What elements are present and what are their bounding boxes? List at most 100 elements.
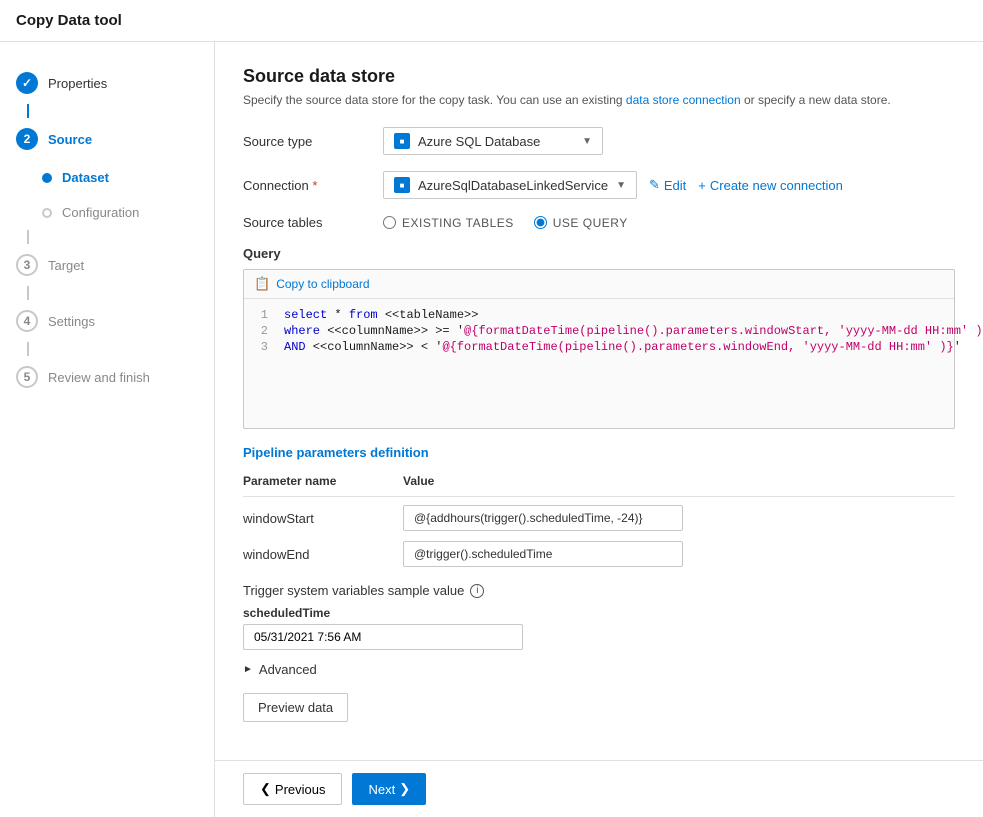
connector-4 [27, 342, 29, 356]
sidebar-item-properties[interactable]: ✓ Properties [0, 62, 214, 104]
step-circle-review: 5 [16, 366, 38, 388]
code-line-1: 1 select * from <<tableName>> [244, 307, 954, 323]
col-name-header: Parameter name [243, 474, 403, 488]
param-name-windowEnd: windowEnd [243, 547, 403, 562]
step-label-configuration: Configuration [62, 205, 139, 220]
sidebar-item-dataset[interactable]: Dataset [0, 160, 214, 195]
query-box: 📋 Copy to clipboard 1 select * from <<ta… [243, 269, 955, 429]
param-row-windowStart: windowStart [243, 505, 955, 531]
info-icon[interactable]: i [470, 584, 484, 598]
connection-value: AzureSqlDatabaseLinkedService [418, 178, 608, 193]
connection-chevron: ▼ [616, 180, 626, 191]
step-dot-configuration [42, 208, 52, 218]
connector-3 [27, 286, 29, 300]
title-bar: Copy Data tool [0, 0, 983, 42]
page-title: Source data store [243, 66, 955, 87]
connector-1 [27, 104, 29, 118]
main-layout: ✓ Properties 2 Source Dataset Configurat… [0, 42, 983, 817]
col-value-header: Value [403, 474, 955, 488]
preview-data-btn[interactable]: Preview data [243, 693, 348, 722]
connector-2 [27, 230, 29, 244]
step-circle-properties: ✓ [16, 72, 38, 94]
trigger-label: Trigger system variables sample value i [243, 583, 955, 598]
connection-controls: ■ AzureSqlDatabaseLinkedService ▼ ✎ Edit… [383, 171, 843, 199]
edit-link[interactable]: ✎ Edit [649, 177, 686, 193]
source-type-dropdown[interactable]: ■ Azure SQL Database ▼ [383, 127, 603, 155]
step-label-target: Target [48, 258, 84, 273]
sidebar: ✓ Properties 2 Source Dataset Configurat… [0, 42, 215, 817]
step-label-source: Source [48, 132, 92, 147]
sidebar-item-review[interactable]: 5 Review and finish [0, 356, 214, 398]
param-value-windowStart[interactable] [403, 505, 683, 531]
connection-label: Connection * [243, 178, 383, 193]
app-title: Copy Data tool [16, 12, 122, 29]
advanced-row[interactable]: ► Advanced [243, 662, 955, 677]
radio-use-query-label: USE QUERY [553, 216, 628, 230]
scheduled-time-label: scheduledTime [243, 606, 955, 620]
azure-sql-icon: ■ [394, 133, 410, 149]
content-area: Source data store Specify the source dat… [215, 42, 983, 760]
query-toolbar: 📋 Copy to clipboard [244, 270, 954, 299]
edit-icon: ✎ [649, 177, 660, 193]
prev-chevron-icon: ❮ [260, 781, 271, 797]
code-line-2: 2 where <<columnName>> >= '@{formatDateT… [244, 323, 954, 339]
main-content: Source data store Specify the source dat… [215, 42, 983, 817]
previous-label: Previous [275, 782, 326, 797]
connection-row: Connection * ■ AzureSqlDatabaseLinkedSer… [243, 171, 955, 199]
create-connection-label: Create new connection [710, 178, 843, 193]
source-tables-row: Source tables EXISTING TABLES USE QUERY [243, 215, 955, 230]
scheduled-time-input[interactable] [243, 624, 523, 650]
radio-use-query-input[interactable] [534, 216, 547, 229]
step-circle-settings: 4 [16, 310, 38, 332]
edit-label: Edit [664, 178, 686, 193]
sidebar-item-settings[interactable]: 4 Settings [0, 300, 214, 342]
data-store-link[interactable]: data store connection [626, 93, 741, 107]
code-line-3: 3 AND <<columnName>> < '@{formatDateTime… [244, 339, 954, 355]
source-tables-radio-group: EXISTING TABLES USE QUERY [383, 216, 628, 230]
step-label-review: Review and finish [48, 370, 150, 385]
query-section: Query 📋 Copy to clipboard 1 select * fro… [243, 246, 955, 429]
param-value-windowEnd[interactable] [403, 541, 683, 567]
params-table: Parameter name Value windowStart windowE… [243, 470, 955, 567]
params-header: Parameter name Value [243, 470, 955, 497]
advanced-chevron: ► [243, 664, 253, 675]
source-type-chevron: ▼ [582, 136, 592, 147]
step-circle-source: 2 [16, 128, 38, 150]
previous-button[interactable]: ❮ Previous [243, 773, 342, 805]
trigger-section: Trigger system variables sample value i … [243, 583, 955, 650]
pipeline-params-title: Pipeline parameters definition [243, 445, 955, 460]
copy-to-clipboard-btn[interactable]: Copy to clipboard [276, 277, 369, 291]
sidebar-item-target[interactable]: 3 Target [0, 244, 214, 286]
next-chevron-icon: ❯ [399, 781, 410, 797]
param-row-windowEnd: windowEnd [243, 541, 955, 567]
radio-use-query[interactable]: USE QUERY [534, 216, 628, 230]
param-name-windowStart: windowStart [243, 511, 403, 526]
page-subtitle: Specify the source data store for the co… [243, 93, 955, 107]
source-type-row: Source type ■ Azure SQL Database ▼ [243, 127, 955, 155]
radio-existing-tables[interactable]: EXISTING TABLES [383, 216, 514, 230]
plus-icon: + [698, 178, 706, 193]
code-editor[interactable]: 1 select * from <<tableName>> 2 where <<… [244, 299, 954, 363]
sidebar-item-configuration[interactable]: Configuration [0, 195, 214, 230]
source-type-value: Azure SQL Database [418, 134, 574, 149]
required-star: * [312, 178, 317, 193]
connection-icon: ■ [394, 177, 410, 193]
query-label: Query [243, 246, 955, 261]
radio-existing-input[interactable] [383, 216, 396, 229]
radio-existing-label: EXISTING TABLES [402, 216, 514, 230]
step-dot-dataset [42, 173, 52, 183]
create-connection-link[interactable]: + Create new connection [698, 178, 843, 193]
connection-dropdown[interactable]: ■ AzureSqlDatabaseLinkedService ▼ [383, 171, 637, 199]
step-label-settings: Settings [48, 314, 95, 329]
step-label-dataset: Dataset [62, 170, 109, 185]
next-button[interactable]: Next ❯ [352, 773, 426, 805]
clipboard-icon: 📋 [254, 276, 270, 292]
source-tables-label: Source tables [243, 215, 383, 230]
sidebar-item-source[interactable]: 2 Source [0, 118, 214, 160]
source-type-label: Source type [243, 134, 383, 149]
next-label: Next [368, 782, 395, 797]
advanced-label: Advanced [259, 662, 317, 677]
footer: ❮ Previous Next ❯ [215, 760, 983, 817]
step-label-properties: Properties [48, 76, 107, 91]
step-circle-target: 3 [16, 254, 38, 276]
